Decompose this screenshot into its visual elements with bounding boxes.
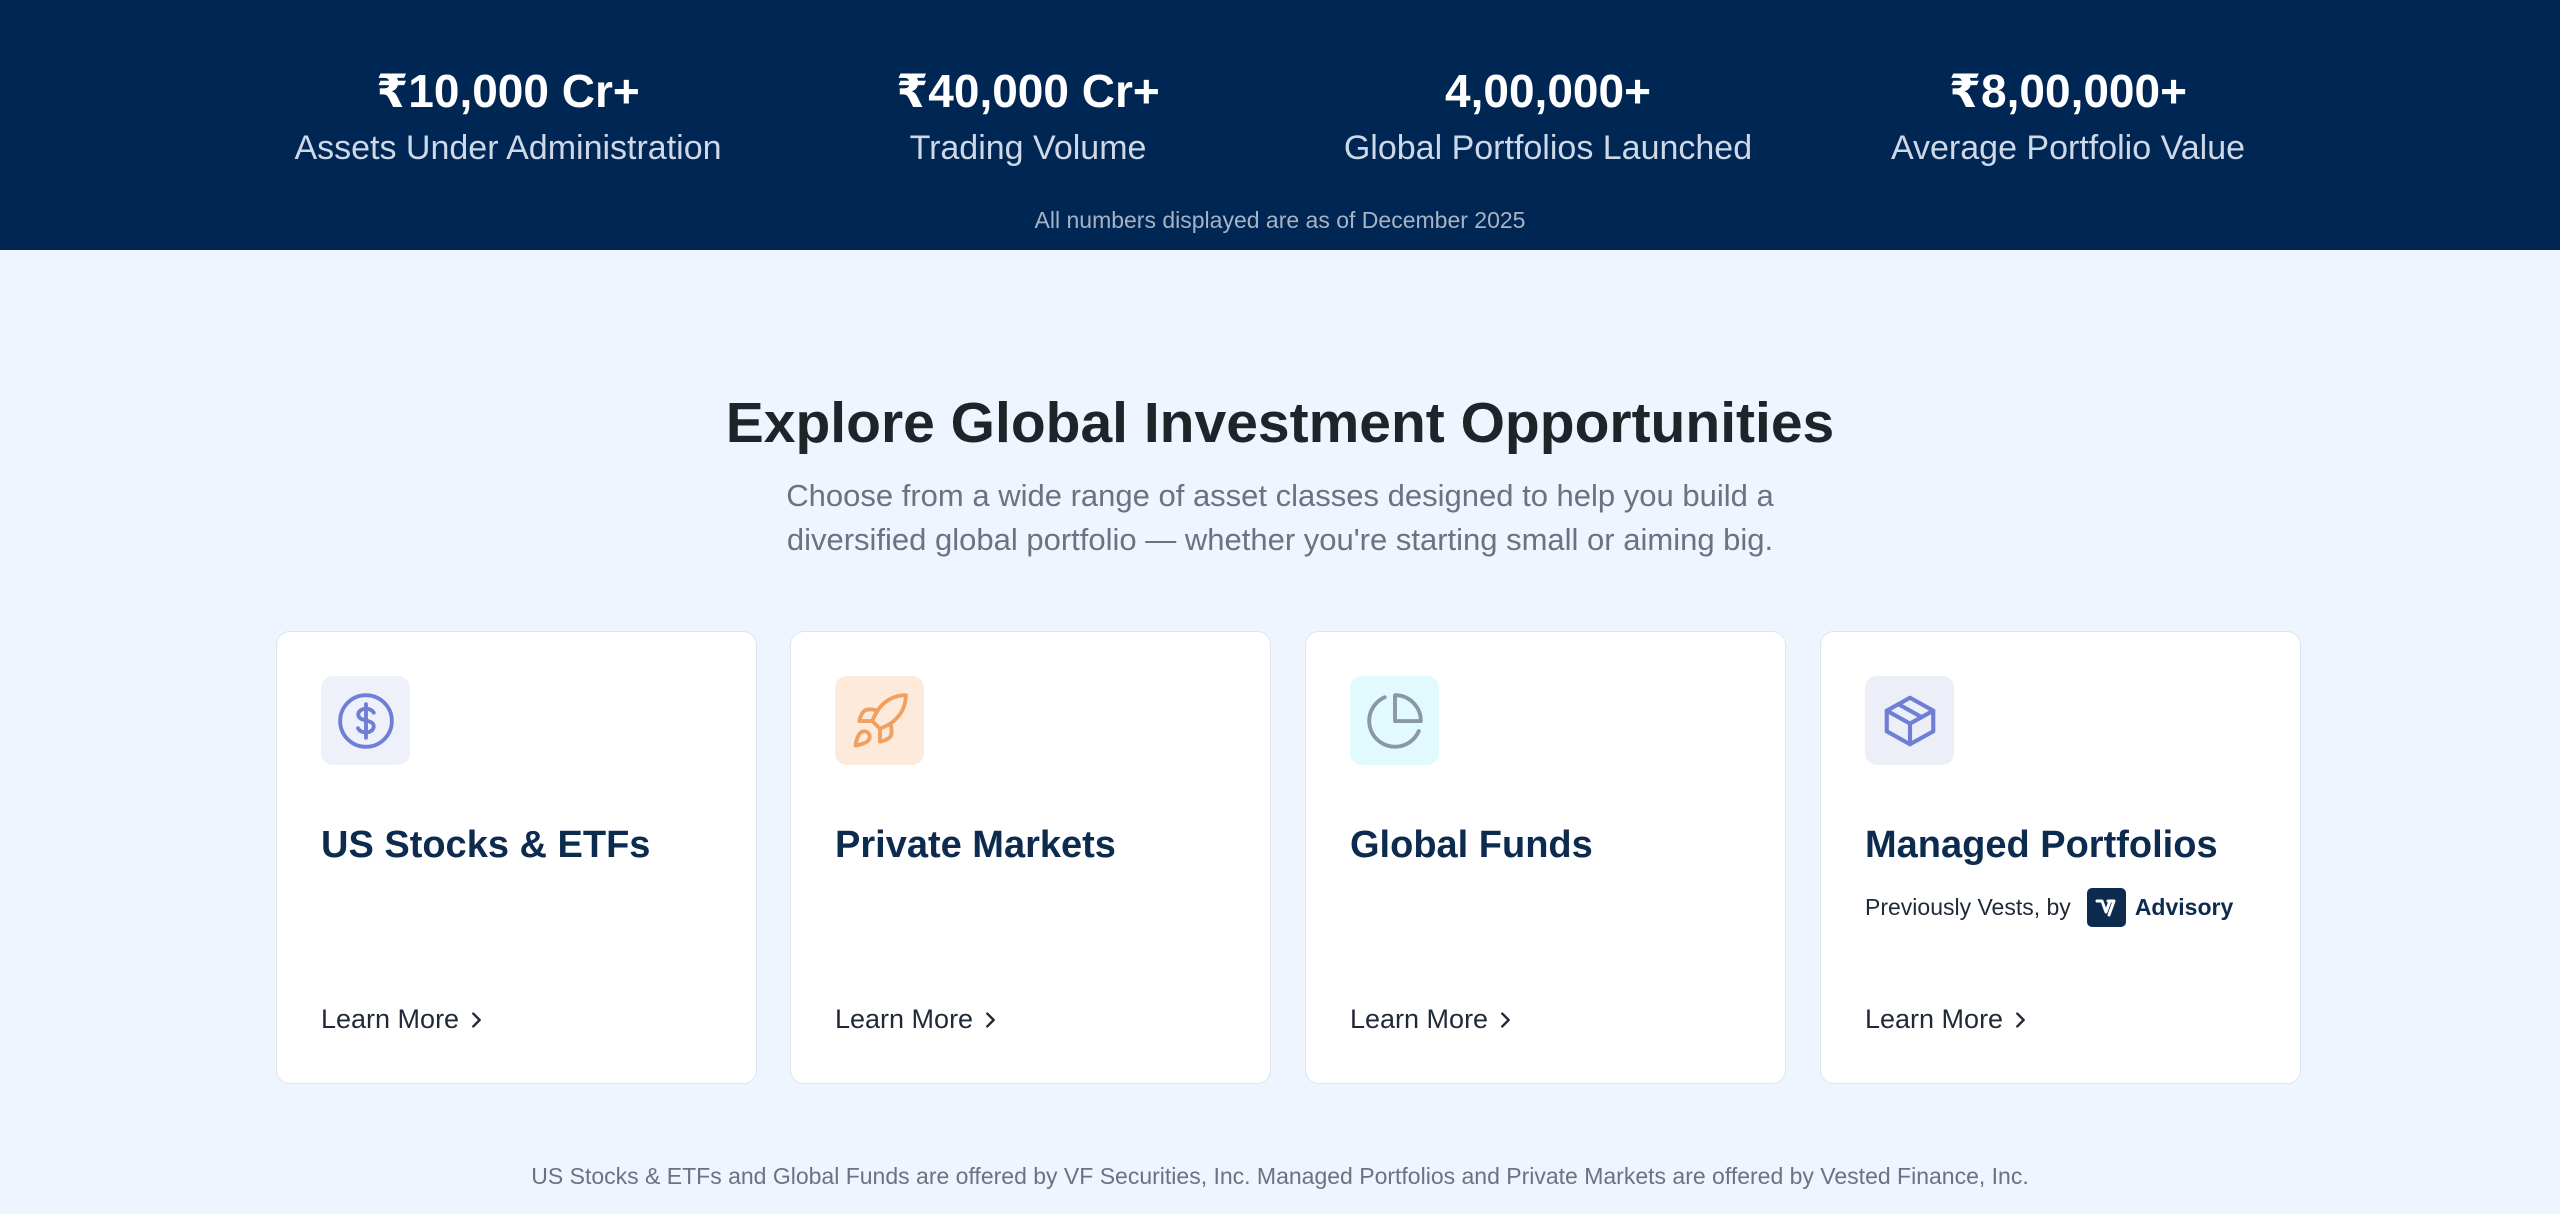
chevron-right-icon xyxy=(1501,1011,1510,1028)
card-title: Global Funds xyxy=(1350,824,1593,866)
card-icon-wrapper xyxy=(1350,676,1439,765)
disclaimer: US Stocks & ETFs and Global Funds are of… xyxy=(531,1163,2029,1189)
learn-more-link[interactable]: Learn More xyxy=(835,1004,1001,1035)
card-managed-portfolios[interactable]: Managed Portfolios Previously Vests, by … xyxy=(1820,631,2301,1084)
learn-more-link[interactable]: Learn More xyxy=(1350,1004,1516,1035)
subtitle-prefix: Previously Vests, by xyxy=(1865,894,2071,920)
rocket-icon xyxy=(853,692,908,747)
stat-label: Global Portfolios Launched xyxy=(1343,129,1753,167)
learn-more-link[interactable]: Learn More xyxy=(1865,1004,2031,1035)
learn-more-label: Learn More xyxy=(1865,1004,2004,1034)
learn-more-label: Learn More xyxy=(1350,1004,1489,1034)
learn-more-label: Learn More xyxy=(321,1004,460,1034)
card-us-stocks-etfs[interactable]: US Stocks & ETFs Learn More xyxy=(276,631,757,1084)
learn-more-link[interactable]: Learn More xyxy=(321,1004,487,1035)
stat-value: ₹40,000 Cr+ xyxy=(896,65,1160,117)
stat-average-portfolio-value: ₹8,00,000+ Average Portfolio Value xyxy=(1818,60,2318,174)
card-global-funds[interactable]: Global Funds Learn More xyxy=(1305,631,1786,1084)
subtitle-brand: Advisory xyxy=(2134,894,2234,920)
card-title: Managed Portfolios xyxy=(1865,824,2218,866)
card-title: Private Markets xyxy=(835,824,1116,866)
pie-chart-icon xyxy=(1366,692,1423,749)
card-icon-wrapper xyxy=(321,676,410,765)
stat-global-portfolios: 4,00,000+ Global Portfolios Launched xyxy=(1298,60,1798,174)
stat-assets-under-administration: ₹10,000 Cr+ Assets Under Administration xyxy=(258,60,758,174)
stat-label: Assets Under Administration xyxy=(294,129,722,167)
learn-more-label: Learn More xyxy=(835,1004,974,1034)
card-title: US Stocks & ETFs xyxy=(321,824,651,866)
stat-label: Average Portfolio Value xyxy=(1890,129,2246,167)
dollar-circle-icon xyxy=(337,692,394,749)
card-subtitle: Previously Vests, by Advisory xyxy=(1865,888,2233,927)
box-icon xyxy=(1884,695,1935,746)
stat-value: 4,00,000+ xyxy=(1445,65,1651,117)
stats-note: All numbers displayed are as of December… xyxy=(1034,207,1526,233)
chevron-right-icon xyxy=(472,1011,481,1028)
card-icon-wrapper xyxy=(835,676,924,765)
section-title: Explore Global Investment Opportunities xyxy=(725,391,1835,455)
card-private-markets[interactable]: Private Markets Learn More xyxy=(790,631,1271,1084)
chevron-right-icon xyxy=(2016,1011,2025,1028)
stats-row: ₹10,000 Cr+ Assets Under Administration … xyxy=(0,60,2560,180)
stats-banner: ₹10,000 Cr+ Assets Under Administration … xyxy=(0,0,2560,250)
stat-value: ₹10,000 Cr+ xyxy=(376,65,640,117)
stat-label: Trading Volume xyxy=(909,129,1147,167)
card-icon-wrapper xyxy=(1865,676,1954,765)
stat-value: ₹8,00,000+ xyxy=(1949,65,2187,117)
vested-logo-icon xyxy=(2086,888,2126,927)
stat-trading-volume: ₹40,000 Cr+ Trading Volume xyxy=(778,60,1278,174)
chevron-right-icon xyxy=(986,1011,995,1028)
section-subtitle: Choose from a wide range of asset classe… xyxy=(786,478,1774,557)
